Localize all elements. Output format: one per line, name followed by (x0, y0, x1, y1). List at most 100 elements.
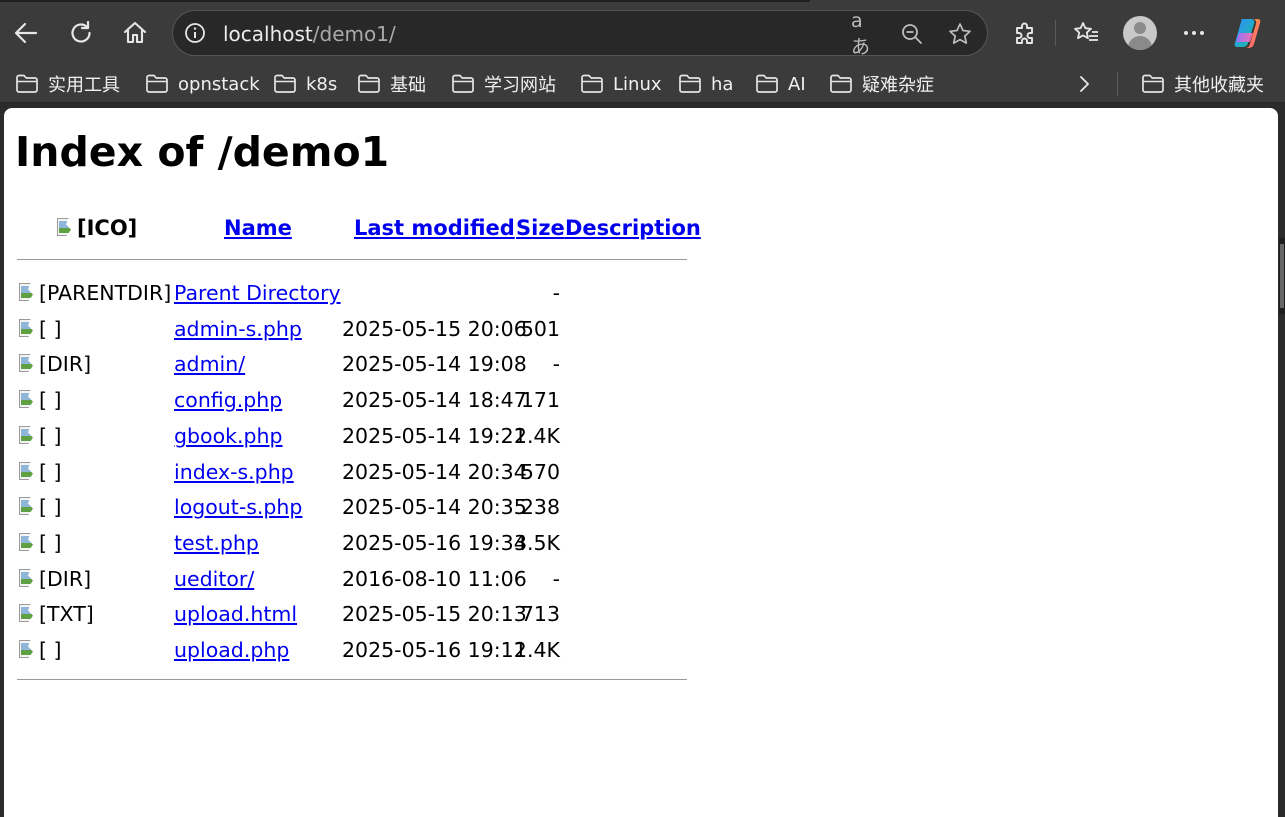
copilot-icon[interactable] (1233, 16, 1267, 50)
file-size: 238 (520, 495, 560, 519)
bookmark-label: 实用工具 (48, 75, 120, 96)
avatar-body (1128, 36, 1152, 50)
scrollbar-indicator[interactable] (1279, 238, 1285, 314)
bookmark-folder[interactable]: 实用工具 (15, 72, 120, 96)
bookmark-folder[interactable]: opnstack (145, 72, 260, 96)
bookmark-folder[interactable]: 基础 (357, 72, 426, 96)
folder-icon (146, 74, 168, 93)
file-link[interactable]: gbook.php (174, 424, 283, 448)
site-info-icon[interactable] (184, 22, 206, 44)
file-name-cell: config.php (174, 386, 282, 414)
broken-image-icon (17, 496, 39, 518)
address-bar[interactable]: localhost/demo1/ aあ (172, 10, 988, 58)
extensions-button[interactable] (1009, 17, 1041, 49)
read-aloud-button[interactable]: aあ (851, 10, 877, 58)
broken-image-icon (17, 568, 39, 590)
file-icon-cell: [DIR] (17, 350, 91, 382)
broken-image-icon (17, 639, 39, 661)
file-link[interactable]: config.php (174, 388, 282, 412)
other-favorites-folder[interactable]: 其他收藏夹 (1141, 72, 1264, 96)
back-button[interactable] (10, 17, 42, 49)
broken-image-icon (17, 318, 39, 340)
bookmark-folder[interactable]: 疑难杂症 (829, 72, 934, 96)
file-name-cell: admin-s.php (174, 315, 302, 343)
file-icon-alt: [ ] (39, 460, 62, 484)
sort-by-size-link[interactable]: Size (516, 216, 565, 240)
profile-avatar[interactable] (1123, 16, 1157, 50)
file-name-cell: upload.html (174, 600, 297, 628)
file-icon-cell: [ ] (17, 422, 62, 454)
file-icon-cell: [ ] (17, 458, 62, 490)
file-link[interactable]: upload.php (174, 638, 289, 662)
browser-toolbar: localhost/demo1/ aあ (0, 0, 1285, 66)
file-name-cell: gbook.php (174, 422, 283, 450)
file-icon-alt: [ ] (39, 495, 62, 519)
favorites-button[interactable] (1070, 17, 1102, 49)
page-title: Index of /demo1 (15, 128, 390, 176)
broken-image-icon (17, 532, 39, 554)
url-host: localhost (223, 22, 313, 46)
divider-bottom (17, 679, 687, 680)
file-link[interactable]: logout-s.php (174, 495, 302, 519)
file-icon-cell: [ ] (17, 386, 62, 418)
bookmark-folder[interactable]: AI (755, 72, 806, 96)
sort-by-description-link[interactable]: Description (565, 216, 701, 240)
back-arrow-icon (14, 22, 38, 44)
file-link[interactable]: index-s.php (174, 460, 294, 484)
file-name-cell: ueditor/ (174, 565, 254, 593)
file-icon-alt: [TXT] (39, 602, 94, 626)
read-aloud-icon: aあ (851, 9, 870, 58)
file-link[interactable]: test.php (174, 531, 259, 555)
bookmark-label: 疑难杂症 (862, 75, 934, 96)
bookmark-label: 学习网站 (484, 75, 556, 96)
bookmark-folder[interactable]: ha (678, 72, 733, 96)
file-name-cell: index-s.php (174, 458, 294, 486)
folder-icon (358, 74, 380, 93)
broken-image-icon (17, 461, 39, 483)
file-link[interactable]: admin-s.php (174, 317, 302, 341)
header-description: Description (565, 214, 701, 242)
file-icon-cell: [ ] (17, 529, 62, 561)
bookmark-folder[interactable]: 学习网站 (451, 72, 556, 96)
broken-image-icon (17, 425, 39, 447)
file-size: - (552, 352, 560, 376)
avatar-head (1134, 22, 1146, 34)
file-icon-alt: [ ] (39, 388, 62, 412)
sort-by-date-link[interactable]: Last modified (354, 216, 515, 240)
file-icon-cell: [TXT] (17, 600, 94, 632)
broken-image-icon (17, 603, 39, 625)
address-url[interactable]: localhost/demo1/ (223, 22, 396, 46)
folder-icon (756, 74, 778, 93)
file-size: - (552, 281, 560, 305)
broken-image-icon (17, 389, 39, 411)
sort-by-name-link[interactable]: Name (224, 216, 292, 240)
file-name-cell: test.php (174, 529, 259, 557)
header-icon: [ICO] (55, 214, 137, 246)
header-last-modified: Last modified (354, 214, 515, 242)
zoom-button[interactable] (899, 21, 925, 47)
home-button[interactable] (119, 17, 151, 49)
folder-icon (16, 74, 38, 93)
bookmark-folder[interactable]: Linux (580, 72, 662, 96)
file-link[interactable]: ueditor/ (174, 567, 254, 591)
file-icon-alt: [DIR] (39, 567, 92, 591)
file-link[interactable]: admin/ (174, 352, 245, 376)
file-size: 2.4K (513, 424, 560, 448)
puzzle-icon (1016, 22, 1033, 44)
folder-icon (830, 74, 852, 93)
bookmark-label: ha (711, 73, 734, 95)
bookmark-label: opnstack (178, 73, 260, 95)
bookmarks-divider (1117, 72, 1118, 96)
bookmark-label: Linux (613, 73, 662, 95)
star-icon (949, 23, 971, 44)
folder-icon (274, 74, 296, 93)
bookmark-folder[interactable]: k8s (273, 72, 337, 96)
file-link[interactable]: Parent Directory (174, 281, 341, 305)
bookmarks-bar: 实用工具 opnstack k8s 基础 学习网站 Linux ha AI 疑难… (0, 66, 1285, 102)
settings-more-button[interactable] (1178, 17, 1210, 49)
favorite-button[interactable] (947, 21, 973, 47)
folder-icon (679, 74, 701, 93)
file-link[interactable]: upload.html (174, 602, 297, 626)
refresh-button[interactable] (65, 17, 97, 49)
chevron-right-icon[interactable] (1074, 74, 1094, 94)
